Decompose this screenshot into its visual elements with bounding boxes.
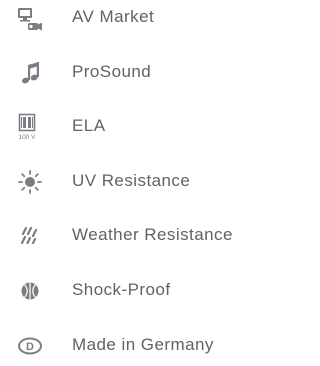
sun-icon xyxy=(12,165,48,199)
feature-prosound: ProSound xyxy=(0,53,285,93)
feature-label: UV Resistance xyxy=(72,171,191,190)
feature-uv-resistance: UV Resistance xyxy=(0,162,285,202)
ela-icon-caption: 100 V xyxy=(19,134,37,141)
feature-label: ProSound xyxy=(72,62,152,81)
d-badge-icon: D xyxy=(12,329,48,363)
feature-weather-resistance: Weather Resistance xyxy=(0,216,285,256)
feature-ela: 100 V ELA xyxy=(0,107,285,147)
monitor-camera-icon xyxy=(12,1,48,35)
ela-100v-icon: 100 V xyxy=(12,110,48,144)
rain-icon xyxy=(12,219,48,253)
feature-shock-proof: Shock-Proof xyxy=(0,271,285,311)
ball-icon xyxy=(12,274,48,308)
feature-label: Shock-Proof xyxy=(72,280,171,299)
feature-label: Weather Resistance xyxy=(72,225,233,244)
feature-made-in-germany: D Made in Germany xyxy=(0,326,285,366)
music-note-icon xyxy=(12,56,48,90)
feature-av-market: AV Market xyxy=(0,0,285,38)
feature-label: AV Market xyxy=(72,7,155,26)
feature-label: ELA xyxy=(72,116,106,135)
d-badge-letter: D xyxy=(26,341,34,353)
feature-list: AV Market ProSound 100 V ELA UV Resistan… xyxy=(0,0,285,360)
feature-label: Made in Germany xyxy=(72,335,214,354)
